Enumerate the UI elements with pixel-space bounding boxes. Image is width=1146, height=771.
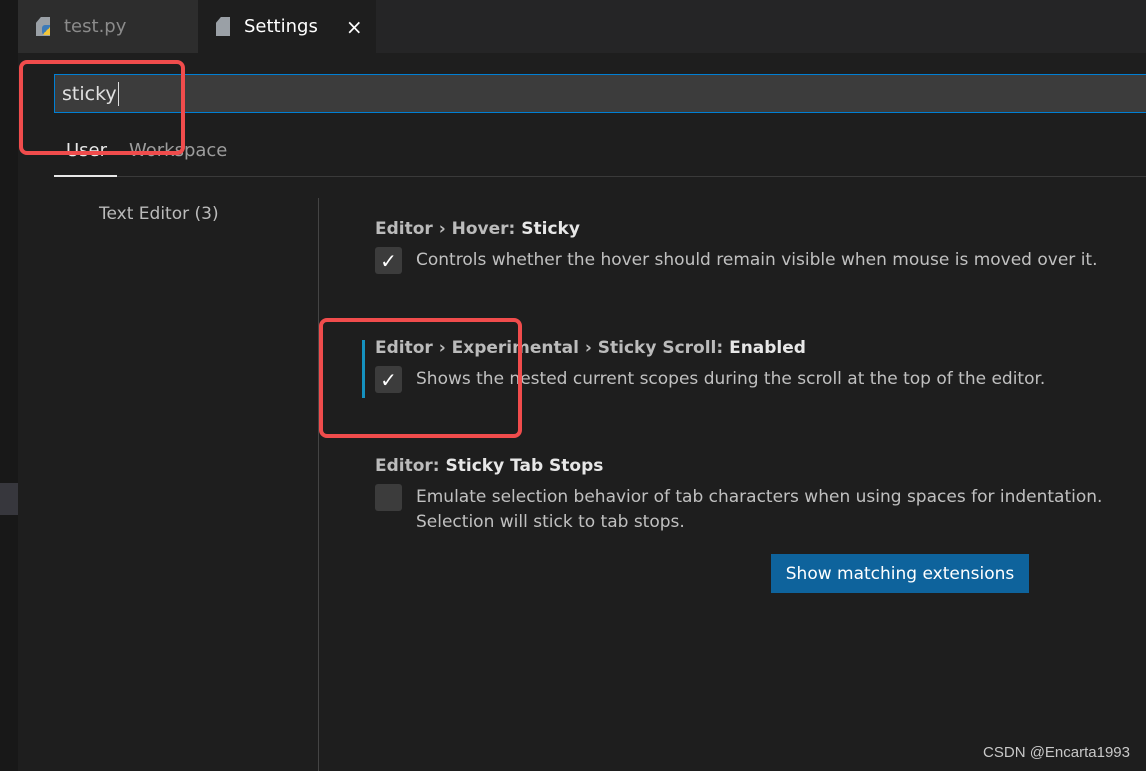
setting-sticky-tab-stops: Editor: Sticky Tab Stops Emulate selecti…: [375, 456, 1146, 535]
sash[interactable]: [318, 198, 319, 771]
divider: [54, 176, 1146, 177]
show-matching-extensions-button[interactable]: Show matching extensions: [771, 554, 1029, 593]
setting-title: Editor › Hover: Sticky: [375, 219, 580, 239]
checkbox[interactable]: [375, 484, 402, 511]
annotation-box: [319, 318, 522, 438]
setting-description: Shows the nested current scopes during t…: [416, 369, 1046, 389]
toc-item-text-editor[interactable]: Text Editor (3): [99, 204, 219, 224]
checkbox[interactable]: ✓: [375, 247, 402, 274]
setting-title: Editor: Sticky Tab Stops: [375, 456, 604, 476]
close-icon[interactable]: ×: [346, 15, 363, 39]
python-file-icon: [36, 17, 50, 36]
active-tab-underline: [54, 175, 117, 177]
tab-settings[interactable]: Settings ×: [198, 0, 376, 53]
setting-hover-sticky: Editor › Hover: Sticky ✓ Controls whether…: [375, 219, 1146, 274]
watermark: CSDN @Encarta1993: [983, 744, 1130, 761]
activity-bar: [0, 0, 18, 771]
setting-description: Emulate selection behavior of tab charac…: [416, 487, 1103, 532]
tab-test-py[interactable]: test.py: [18, 0, 198, 53]
file-icon: [216, 17, 230, 36]
tab-label: Settings: [244, 16, 318, 37]
activity-bar-indicator: [0, 483, 18, 515]
annotation-box: [19, 60, 185, 155]
setting-description: Controls whether the hover should remain…: [416, 250, 1098, 270]
settings-search-input[interactable]: sticky: [54, 74, 1146, 113]
tab-label: test.py: [64, 16, 127, 37]
